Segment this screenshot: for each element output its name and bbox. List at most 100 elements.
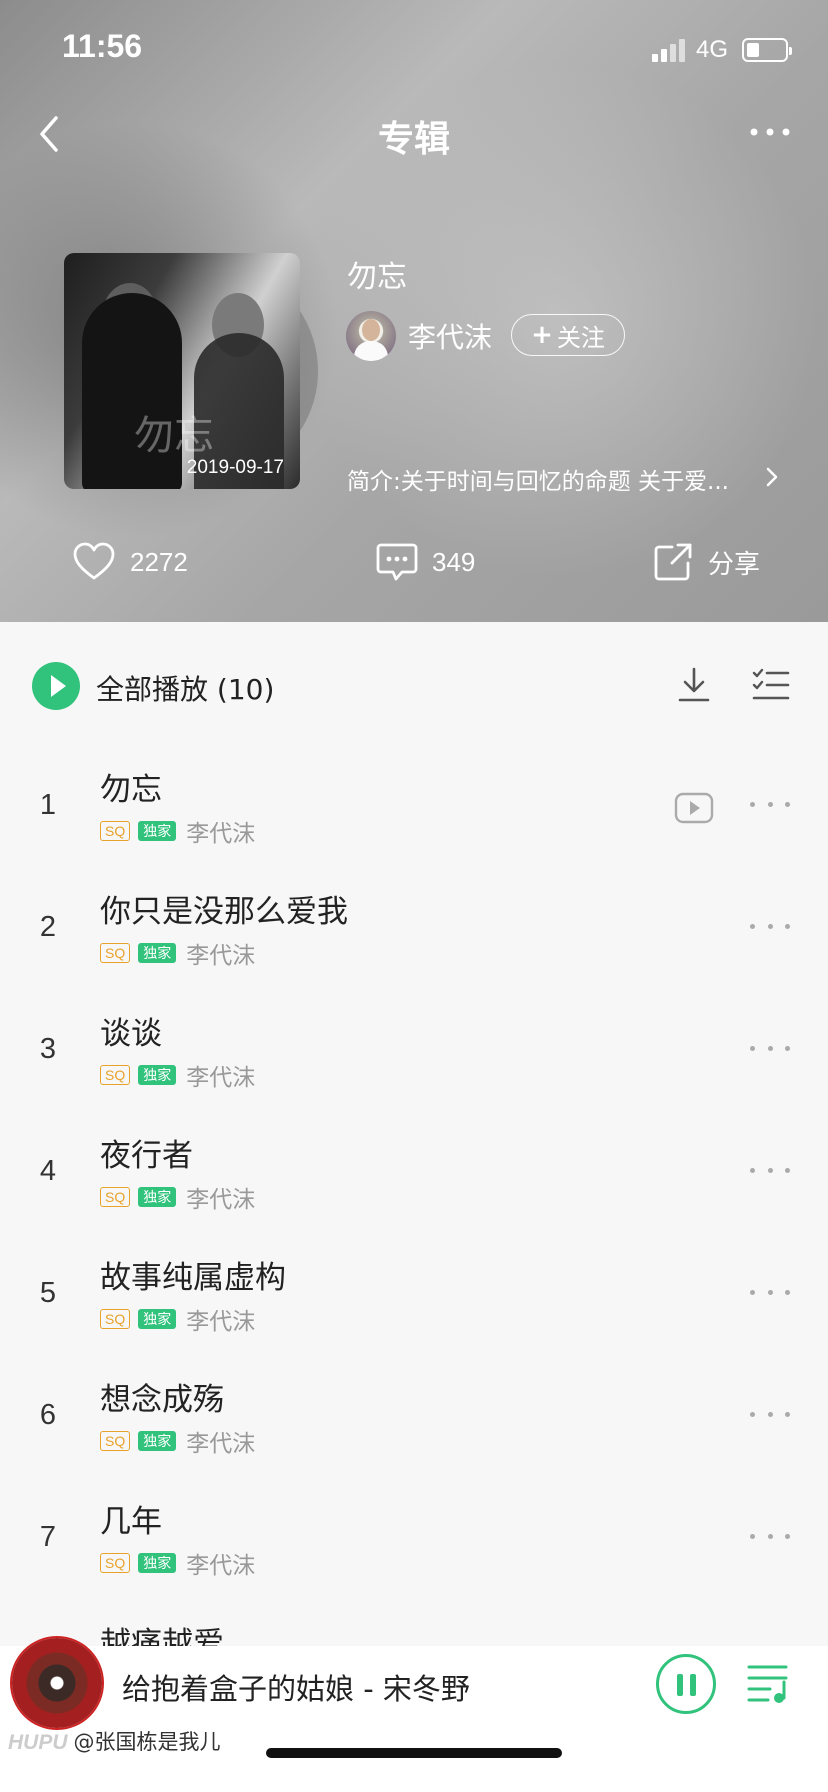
sq-badge: SQ	[100, 821, 131, 841]
song-more-icon[interactable]	[750, 1290, 790, 1300]
chevron-right-icon[interactable]	[764, 464, 780, 490]
song-index: 6	[39, 1399, 57, 1431]
battery-icon	[742, 38, 792, 62]
song-more-icon[interactable]	[750, 802, 790, 812]
song-title: 夜行者	[100, 1138, 193, 1174]
song-more-icon[interactable]	[750, 1534, 790, 1544]
song-row[interactable]: 6 想念成殇 SQ 独家 李代沫	[0, 1362, 828, 1484]
network-type: 4G	[696, 36, 729, 63]
exclusive-badge: 独家	[138, 1065, 177, 1085]
exclusive-badge: 独家	[138, 1431, 177, 1451]
mv-play-icon[interactable]	[674, 792, 714, 824]
play-all-button[interactable]	[32, 662, 80, 710]
song-meta: SQ 独家 李代沫	[100, 1180, 255, 1214]
comment-icon	[376, 543, 418, 581]
more-icon	[750, 128, 790, 136]
song-index: 3	[39, 1033, 57, 1065]
song-artist: 李代沫	[186, 1187, 256, 1213]
song-title: 想念成殇	[100, 1382, 224, 1418]
song-meta: SQ 独家 李代沫	[100, 1424, 255, 1458]
album-header: 11:56 4G 专辑 勿忘 2019-09-17 勿忘 李代沫 + 关注 简介…	[0, 0, 828, 622]
exclusive-badge: 独家	[138, 1187, 177, 1207]
song-index: 7	[39, 1521, 57, 1553]
release-date: 2019-09-17	[186, 457, 284, 478]
watermark: HUPU @张国栋是我儿	[8, 1726, 221, 1756]
like-button[interactable]: 2272	[72, 538, 188, 586]
share-label: 分享	[708, 548, 761, 579]
song-row[interactable]: 5 故事纯属虚构 SQ 独家 李代沫	[0, 1240, 828, 1362]
heart-icon	[73, 542, 115, 580]
plus-icon: +	[531, 320, 553, 350]
song-title: 故事纯属虚构	[100, 1260, 286, 1296]
song-list: 全部播放 (10) 1 勿忘 SQ 独家 李代沫 2 你只是没那么爱我 SQ 独…	[0, 622, 828, 1675]
song-meta: SQ 独家 李代沫	[100, 1546, 255, 1580]
status-bar: 11:56 4G	[0, 0, 828, 96]
song-artist: 李代沫	[186, 1553, 256, 1579]
song-meta: SQ 独家 李代沫	[100, 1302, 255, 1336]
album-cover[interactable]: 勿忘 2019-09-17	[64, 253, 300, 489]
song-row[interactable]: 7 几年 SQ 独家 李代沫	[0, 1484, 828, 1606]
song-meta: SQ 独家 李代沫	[100, 1058, 255, 1092]
comment-button[interactable]: 349	[376, 538, 475, 586]
album-title: 勿忘	[347, 260, 407, 295]
song-artist: 李代沫	[186, 943, 256, 969]
song-row[interactable]: 1 勿忘 SQ 独家 李代沫	[0, 752, 828, 874]
song-index: 2	[39, 911, 57, 943]
now-playing-title[interactable]: 给抱着盒子的姑娘 - 宋冬野	[122, 1666, 470, 1708]
exclusive-badge: 独家	[138, 943, 177, 963]
watermark-text: @张国栋是我儿	[73, 1730, 221, 1754]
song-title: 谈谈	[100, 1016, 162, 1052]
song-more-icon[interactable]	[750, 1412, 790, 1422]
home-indicator	[266, 1748, 562, 1758]
song-index: 4	[39, 1155, 57, 1187]
playlist-icon[interactable]	[746, 1662, 792, 1704]
sq-badge: SQ	[100, 1065, 131, 1085]
share-button[interactable]: 分享	[652, 538, 760, 586]
song-title: 几年	[100, 1504, 162, 1540]
song-meta: SQ 独家 李代沫	[100, 814, 255, 848]
song-row[interactable]: 2 你只是没那么爱我 SQ 独家 李代沫	[0, 874, 828, 996]
song-title: 你只是没那么爱我	[100, 894, 348, 930]
sq-badge: SQ	[100, 943, 131, 963]
download-icon[interactable]	[676, 666, 712, 706]
watermark-logo: HUPU	[8, 1731, 68, 1754]
exclusive-badge: 独家	[138, 821, 177, 841]
song-row[interactable]: 3 谈谈 SQ 独家 李代沫	[0, 996, 828, 1118]
exclusive-badge: 独家	[138, 1553, 177, 1573]
play-all-bar: 全部播放 (10)	[0, 622, 828, 752]
sq-badge: SQ	[100, 1431, 131, 1451]
sq-badge: SQ	[100, 1309, 131, 1329]
song-index: 5	[39, 1277, 57, 1309]
song-artist: 李代沫	[186, 1431, 256, 1457]
comment-count: 349	[432, 546, 476, 577]
follow-button[interactable]: + 关注	[511, 314, 625, 356]
artist-name[interactable]: 李代沫	[408, 316, 492, 356]
status-time: 11:56	[62, 28, 143, 64]
page-title: 专辑	[377, 119, 450, 160]
share-icon	[654, 543, 692, 581]
nav-bar: 专辑	[0, 96, 828, 172]
song-artist: 李代沫	[186, 821, 256, 847]
play-all-label[interactable]: 全部播放 (10)	[96, 668, 274, 708]
now-playing-cover[interactable]	[12, 1638, 102, 1728]
album-intro[interactable]: 简介:关于时间与回忆的命题 关于爱...	[347, 462, 729, 496]
mini-player[interactable]: 给抱着盒子的姑娘 - 宋冬野 HUPU @张国栋是我儿	[0, 1638, 828, 1792]
song-more-icon[interactable]	[750, 1046, 790, 1056]
follow-label: 关注	[556, 323, 605, 352]
like-count: 2272	[130, 546, 188, 577]
song-index: 1	[39, 789, 57, 821]
song-artist: 李代沫	[186, 1309, 256, 1335]
multiselect-icon[interactable]	[752, 668, 790, 702]
pause-button[interactable]	[656, 1654, 716, 1714]
sq-badge: SQ	[100, 1553, 131, 1573]
cover-title: 勿忘	[134, 413, 214, 459]
signal-icon	[652, 36, 688, 62]
sq-badge: SQ	[100, 1187, 131, 1207]
song-row[interactable]: 4 夜行者 SQ 独家 李代沫	[0, 1118, 828, 1240]
more-button[interactable]	[746, 112, 796, 152]
avatar[interactable]	[346, 311, 396, 361]
song-more-icon[interactable]	[750, 924, 790, 934]
song-artist: 李代沫	[186, 1065, 256, 1091]
song-more-icon[interactable]	[750, 1168, 790, 1178]
exclusive-badge: 独家	[138, 1309, 177, 1329]
